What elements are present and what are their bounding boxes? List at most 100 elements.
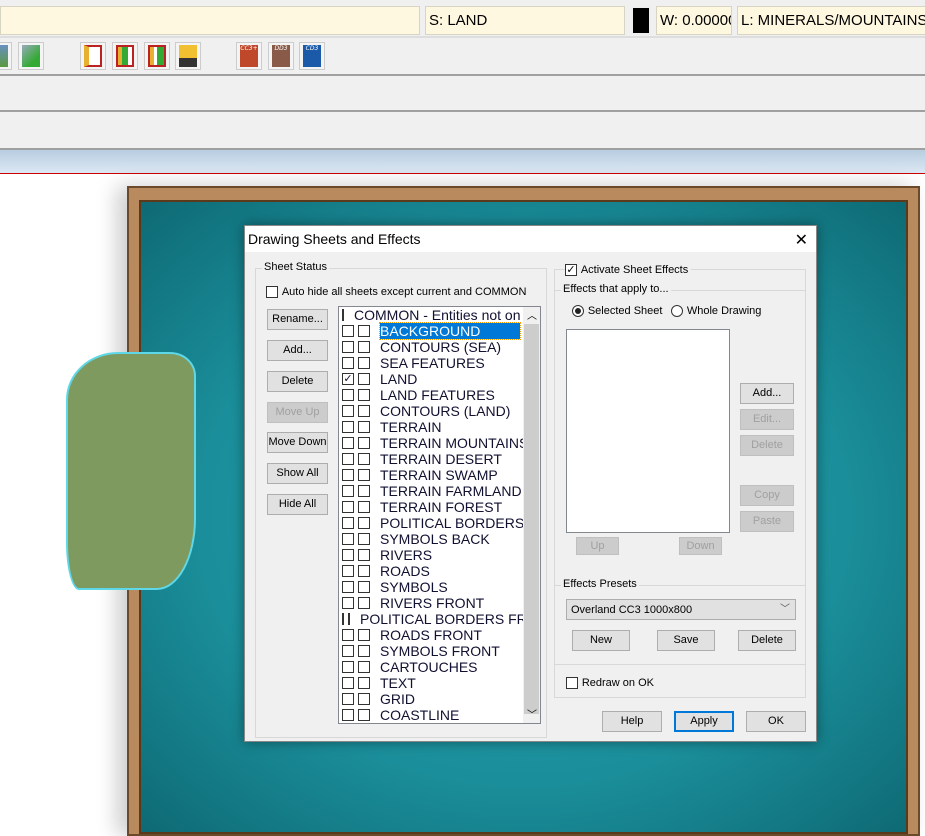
color-swatch[interactable] — [631, 6, 651, 35]
effects-list[interactable] — [566, 329, 730, 533]
sheet-hide-checkbox[interactable] — [358, 709, 370, 721]
preset-delete-button[interactable]: Delete — [738, 630, 796, 651]
radio-whole-icon[interactable] — [671, 304, 683, 317]
sheet-row[interactable]: SYMBOLS — [339, 579, 540, 595]
sheet-row[interactable]: ROADS — [339, 563, 540, 579]
sheet-hide-checkbox[interactable] — [358, 357, 370, 369]
sheet-row[interactable]: TERRAIN MOUNTAINS — [339, 435, 540, 451]
sheet-row[interactable]: LAND FEATURES — [339, 387, 540, 403]
sheet-visible-checkbox[interactable] — [342, 549, 354, 561]
preset-save-button[interactable]: Save — [657, 630, 715, 651]
sheet-visible-checkbox[interactable] — [342, 645, 354, 657]
effect-edit-button[interactable]: Edit... — [740, 409, 794, 430]
sheet-visible-checkbox[interactable] — [342, 565, 354, 577]
sheet-hide-checkbox[interactable] — [358, 565, 370, 577]
sheet-visible-checkbox[interactable] — [342, 405, 354, 417]
sheet-visible-checkbox[interactable] — [342, 581, 354, 593]
sheet-hide-checkbox[interactable] — [358, 325, 370, 337]
sheet-move-down-button[interactable]: Move Down — [267, 432, 328, 453]
sheet-row[interactable]: SYMBOLS BACK — [339, 531, 540, 547]
sheet-row[interactable]: TERRAIN SWAMP — [339, 467, 540, 483]
apply-button[interactable]: Apply — [674, 711, 734, 732]
sheet-visible-checkbox[interactable] — [342, 597, 354, 609]
sheet-visible-checkbox[interactable] — [342, 421, 354, 433]
sheet-row[interactable]: CONTOURS (SEA) — [339, 339, 540, 355]
sheet-visible-checkbox[interactable] — [342, 533, 354, 545]
sheet-hide-checkbox[interactable] — [358, 453, 370, 465]
sheet-visible-checkbox[interactable] — [342, 677, 354, 689]
sheet-row[interactable]: POLITICAL BORDERS — [339, 515, 540, 531]
sheet-row[interactable]: TERRAIN FOREST — [339, 499, 540, 515]
sheet-row[interactable]: BACKGROUND — [339, 322, 540, 340]
presets-select[interactable]: Overland CC3 1000x800 ﹀ — [566, 599, 796, 620]
auto-hide-checkbox[interactable]: Auto hide all sheets except current and … — [266, 284, 526, 298]
book-right-icon[interactable] — [144, 42, 170, 70]
sheet-visible-checkbox[interactable] — [342, 485, 354, 497]
sheet-hide-checkbox[interactable] — [358, 373, 370, 385]
sheet-visible-checkbox[interactable] — [342, 357, 354, 369]
effect-paste-button[interactable]: Paste — [740, 511, 794, 532]
effect-add-button[interactable]: Add... — [740, 383, 794, 404]
command-prompt-field[interactable] — [0, 6, 420, 35]
sheet-hide-checkbox[interactable] — [358, 629, 370, 641]
sheet-hide-checkbox[interactable] — [358, 501, 370, 513]
sheet-row[interactable]: ✓ LAND — [339, 371, 540, 387]
sheet-hide-checkbox[interactable] — [358, 693, 370, 705]
import-icon[interactable] — [0, 42, 12, 70]
cd3-icon[interactable]: CD3 — [299, 42, 325, 70]
sheet-hide-checkbox[interactable] — [358, 533, 370, 545]
sheet-visible-checkbox[interactable]: ✓ — [342, 373, 354, 385]
sheet-row[interactable]: TERRAIN DESERT — [339, 451, 540, 467]
sheet-visible-checkbox[interactable] — [342, 389, 354, 401]
sheet-hide-checkbox[interactable] — [358, 469, 370, 481]
sheet-visible-checkbox[interactable] — [342, 469, 354, 481]
sheet-hide-checkbox[interactable] — [358, 517, 370, 529]
sheet-row[interactable]: TERRAIN — [339, 419, 540, 435]
sheet-hide-checkbox[interactable] — [358, 677, 370, 689]
activate-effects-box[interactable]: ✓ — [565, 263, 577, 276]
preset-new-button[interactable]: New — [572, 630, 630, 651]
sheet-delete-button[interactable]: Delete — [267, 371, 328, 392]
sheet-field[interactable]: S: LAND — [425, 6, 625, 35]
sheet-row[interactable]: TEXT — [339, 675, 540, 691]
sheet-hide-checkbox[interactable] — [358, 661, 370, 673]
sheet-visible-checkbox[interactable] — [342, 325, 354, 337]
sheet-rename-button[interactable]: Rename... — [267, 309, 328, 330]
sheet-row[interactable]: ROADS FRONT — [339, 627, 540, 643]
book-left-icon[interactable] — [112, 42, 138, 70]
sheet-row[interactable]: SYMBOLS FRONT — [339, 643, 540, 659]
sheet-hide-checkbox[interactable] — [358, 405, 370, 417]
close-icon[interactable]: ✕ — [795, 228, 808, 254]
sheet-visible-checkbox[interactable] — [342, 437, 354, 449]
sheet-hide-checkbox[interactable] — [348, 613, 350, 625]
sheet-hide-checkbox[interactable] — [358, 341, 370, 353]
sheet-hide-all-button[interactable]: Hide All — [267, 494, 328, 515]
sheet-row[interactable]: RIVERS FRONT — [339, 595, 540, 611]
help-button[interactable]: Help — [602, 711, 662, 732]
effect-down-button[interactable]: Down — [679, 537, 722, 555]
auto-hide-box[interactable] — [266, 285, 278, 298]
sheet-hide-checkbox[interactable] — [358, 421, 370, 433]
sheet-visible-checkbox[interactable] — [342, 309, 344, 321]
sheet-visible-checkbox[interactable] — [342, 693, 354, 705]
sheets-scrollbar[interactable]: ︿ ﹀ — [523, 307, 540, 723]
radio-selected-sheet[interactable]: Selected Sheet — [572, 303, 662, 317]
scroll-thumb[interactable] — [524, 324, 539, 714]
radio-whole-drawing[interactable]: Whole Drawing — [671, 303, 761, 317]
effect-copy-button[interactable]: Copy — [740, 485, 794, 506]
scroll-down-icon[interactable]: ﹀ — [527, 706, 537, 721]
sheet-row[interactable]: CARTOUCHES — [339, 659, 540, 675]
sheet-visible-checkbox[interactable] — [342, 501, 354, 513]
effect-delete-button[interactable]: Delete — [740, 435, 794, 456]
sheet-row[interactable]: COMMON - Entities not on a sheet — [339, 307, 540, 323]
dd3-icon[interactable]: DD3 — [268, 42, 294, 70]
radio-selected-icon[interactable] — [572, 304, 584, 317]
sheet-hide-checkbox[interactable] — [358, 581, 370, 593]
sheet-row[interactable]: CONTOURS (LAND) — [339, 403, 540, 419]
width-field[interactable]: W: 0.00000 — [656, 6, 732, 35]
scroll-up-icon[interactable]: ︿ — [527, 307, 537, 322]
activate-effects-checkbox[interactable]: ✓ Activate Sheet Effects — [565, 262, 692, 276]
sheet-hide-checkbox[interactable] — [358, 549, 370, 561]
sheet-row[interactable]: RIVERS — [339, 547, 540, 563]
sheet-row[interactable]: POLITICAL BORDERS FRONT — [339, 611, 540, 627]
